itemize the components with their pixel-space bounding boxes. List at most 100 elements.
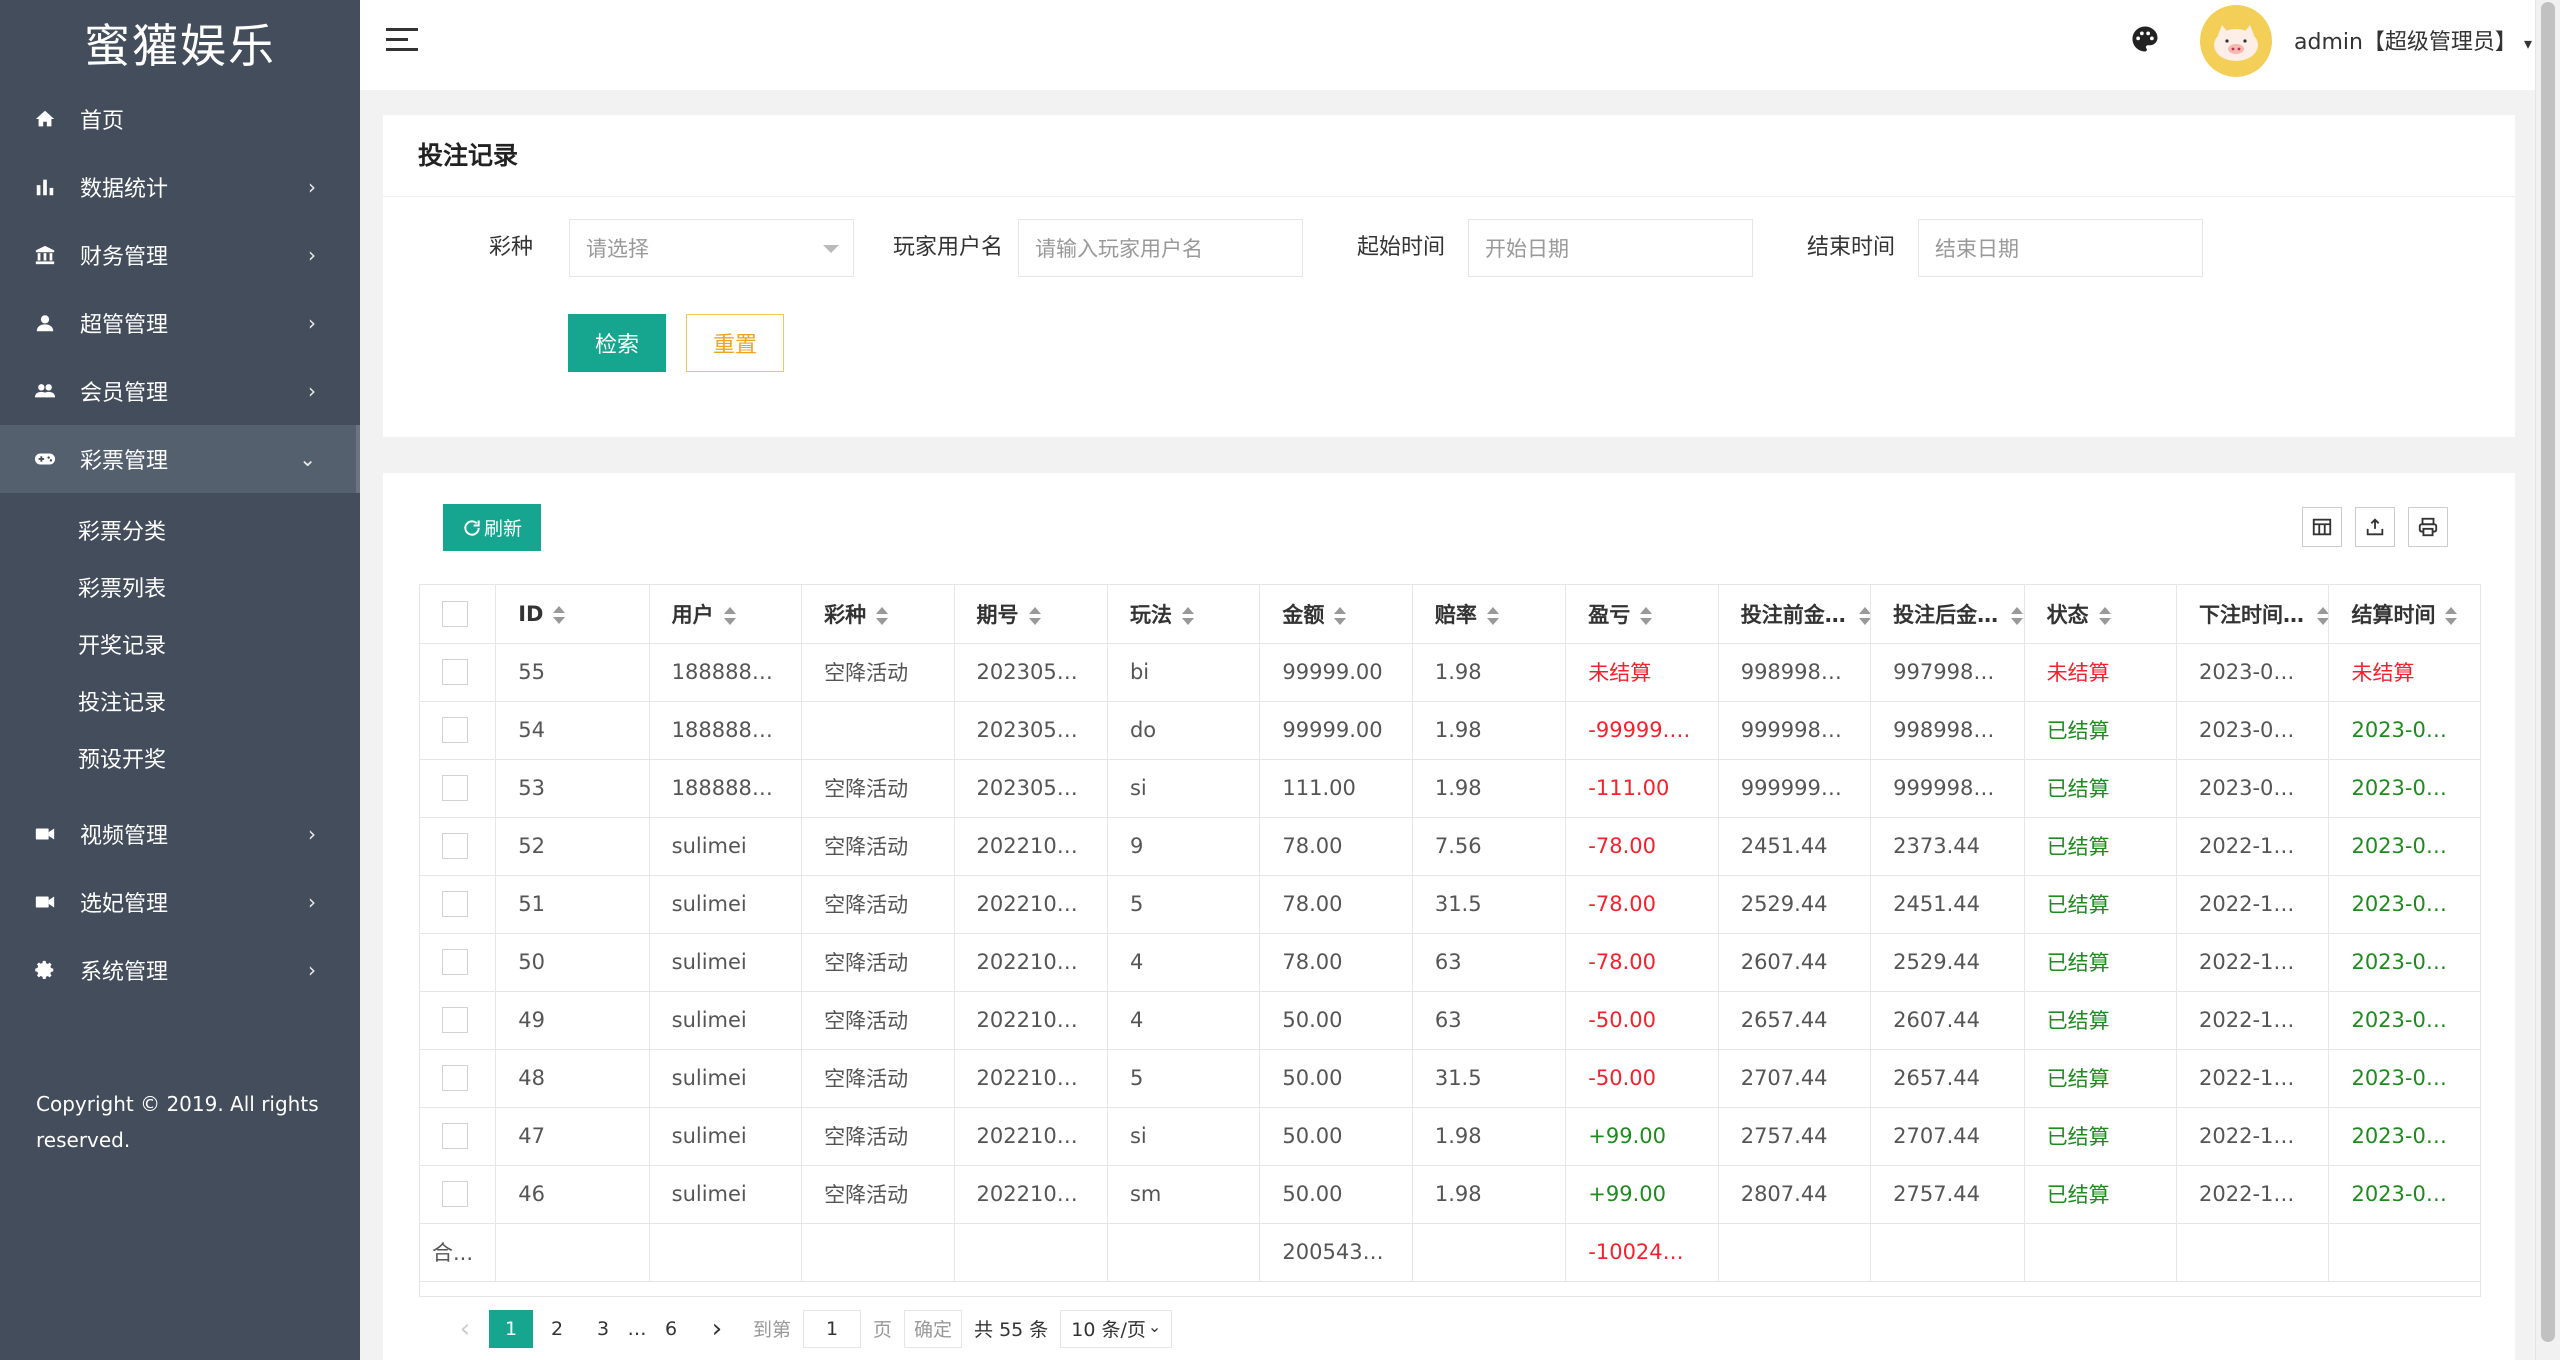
row-checkbox[interactable] <box>442 891 468 917</box>
sidebar-item-menu1-3[interactable]: 超管管理 › <box>0 289 360 357</box>
row-select-cell <box>420 759 497 818</box>
sidebar-item-menu2-1[interactable]: 选妃管理 › <box>0 868 360 936</box>
column-header[interactable]: 状态 <box>2024 585 2178 644</box>
sort-icon[interactable] <box>2445 606 2458 625</box>
cell-profit: -78.00 <box>1565 933 1719 992</box>
gamepad-icon <box>32 446 58 472</box>
column-header[interactable]: 赔率 <box>1412 585 1567 644</box>
search-card: 投注记录 彩种 请选择 玩家用户名 请输入玩家用户名 起始时间 开始日期 结束时… <box>383 115 2515 437</box>
sort-icon[interactable] <box>2316 606 2328 625</box>
cell-settle-time: 2023-05-14 18:1 <box>2328 817 2480 876</box>
sidebar-item-menu1-5[interactable]: 彩票管理 ⌄ <box>0 425 360 493</box>
goto-confirm-button[interactable]: 确定 <box>904 1309 963 1348</box>
cell-lottery: 空降活动 <box>801 759 955 818</box>
column-header[interactable]: 投注后金... <box>1870 585 2025 644</box>
sort-icon[interactable] <box>2098 606 2111 625</box>
table-header-row: ID 用户 彩种 期号 玩法 金额 赔率 盈亏 投注前金... 投注后金... 状态 下注时间... 结… <box>420 585 2480 644</box>
lottery-select[interactable]: 请选择 <box>569 219 854 277</box>
select-all-checkbox[interactable] <box>442 600 468 627</box>
cell-profit: -111.00 <box>1565 759 1719 818</box>
start-date-input[interactable]: 开始日期 <box>1468 219 1753 277</box>
end-date-placeholder: 结束日期 <box>1935 237 2019 261</box>
row-checkbox[interactable] <box>442 1007 468 1033</box>
column-header-label: ID <box>518 601 544 626</box>
column-header[interactable]: ID <box>495 585 650 644</box>
sort-icon[interactable] <box>1334 606 1347 625</box>
bar-chart-icon <box>32 174 58 200</box>
sort-icon[interactable] <box>553 605 566 624</box>
page-2-button[interactable]: 2 <box>535 1310 579 1348</box>
palette-icon[interactable] <box>2130 24 2160 54</box>
column-header[interactable]: 玩法 <box>1107 585 1261 644</box>
row-checkbox[interactable] <box>442 659 468 685</box>
cell-amount: 99999.00 <box>1259 701 1413 760</box>
column-header[interactable]: 用户 <box>649 585 803 644</box>
refresh-icon <box>464 519 480 536</box>
row-checkbox[interactable] <box>442 833 468 859</box>
cell-odds: 31.5 <box>1412 875 1567 934</box>
sort-icon[interactable] <box>723 606 736 625</box>
cell-odds: 1.98 <box>1412 701 1567 760</box>
column-header[interactable]: 下注时间... <box>2176 585 2330 644</box>
export-button[interactable] <box>2355 507 2395 547</box>
end-date-input[interactable]: 结束日期 <box>1918 219 2203 277</box>
sidebar-subitem-4[interactable]: 预设开奖 <box>0 729 360 786</box>
sidebar-item-menu2-2[interactable]: 系统管理 › <box>0 936 360 1004</box>
total-empty-cell <box>1412 1223 1567 1282</box>
sidebar-item-menu1-1[interactable]: 数据统计 › <box>0 153 360 221</box>
sidebar-item-menu2-0[interactable]: 视频管理 › <box>0 800 360 868</box>
refresh-button[interactable]: 刷新 <box>443 504 541 551</box>
row-checkbox[interactable] <box>442 1065 468 1091</box>
column-header[interactable]: 彩种 <box>801 585 955 644</box>
sidebar-subitem-1[interactable]: 彩票列表 <box>0 558 360 615</box>
table-row: 52 sulimei 空降活动 2022102... 9 78.00 7.56 -78.00 2… <box>420 817 2480 876</box>
column-header[interactable]: 盈亏 <box>1565 585 1719 644</box>
print-button[interactable] <box>2408 507 2448 547</box>
sidebar-item-menu1-0[interactable]: 首页 <box>0 85 360 153</box>
row-checkbox[interactable] <box>442 1123 468 1149</box>
avatar[interactable] <box>2200 5 2272 77</box>
username-input[interactable]: 请输入玩家用户名 <box>1018 219 1303 277</box>
page-scrollbar[interactable] <box>2535 0 2560 1360</box>
sidebar-subitem-3[interactable]: 投注记录 <box>0 672 360 729</box>
reset-button[interactable]: 重置 <box>686 314 784 372</box>
column-header[interactable]: 投注前金... <box>1718 585 1872 644</box>
columns-filter-button[interactable] <box>2302 507 2342 547</box>
row-checkbox[interactable] <box>442 775 468 801</box>
cell-after: 2451.44 <box>1870 875 2025 934</box>
sidebar-item-menu1-2[interactable]: 财务管理 › <box>0 221 360 289</box>
column-header[interactable]: 期号 <box>954 585 1108 644</box>
search-button[interactable]: 检索 <box>568 314 666 372</box>
row-checkbox[interactable] <box>442 949 468 975</box>
cell-user: 1888888... <box>649 759 803 818</box>
sort-icon[interactable] <box>876 606 889 625</box>
cell-amount: 50.00 <box>1259 1107 1413 1166</box>
sidebar-item-menu1-4[interactable]: 会员管理 › <box>0 357 360 425</box>
sidebar-subitem-2[interactable]: 开奖记录 <box>0 615 360 672</box>
column-header[interactable]: 金额 <box>1259 585 1413 644</box>
sort-icon[interactable] <box>1486 606 1499 625</box>
cell-status: 已结算 <box>2024 875 2178 934</box>
cell-profit: -50.00 <box>1565 1049 1719 1108</box>
sort-icon[interactable] <box>1181 606 1194 625</box>
page-1-button[interactable]: 1 <box>489 1309 533 1348</box>
sidebar-subitem-0[interactable]: 彩票分类 <box>0 501 360 558</box>
column-header[interactable]: 结算时间 <box>2328 585 2480 644</box>
prev-page-button[interactable]: ‹ <box>443 1310 487 1348</box>
row-checkbox[interactable] <box>442 717 468 743</box>
menu-toggle-icon[interactable] <box>386 28 418 54</box>
page-3-button[interactable]: 3 <box>581 1310 625 1348</box>
row-checkbox[interactable] <box>442 1181 468 1207</box>
sort-icon[interactable] <box>1028 606 1041 625</box>
cell-amount: 50.00 <box>1259 1049 1413 1108</box>
sort-icon[interactable] <box>1858 606 1870 625</box>
sort-icon[interactable] <box>1640 606 1653 625</box>
next-page-button[interactable]: › <box>695 1310 739 1348</box>
user-menu[interactable]: admin【超级管理员】 ▾ <box>2294 24 2532 56</box>
page-size-select[interactable]: 10 条/页 ⌄ <box>1060 1309 1173 1348</box>
goto-page-input[interactable]: 1 <box>803 1309 862 1348</box>
chevron-icon: › <box>308 958 316 982</box>
cell-after: 2757.44 <box>1870 1165 2025 1224</box>
page-6-button[interactable]: 6 <box>649 1310 693 1348</box>
sort-icon[interactable] <box>2011 606 2024 625</box>
